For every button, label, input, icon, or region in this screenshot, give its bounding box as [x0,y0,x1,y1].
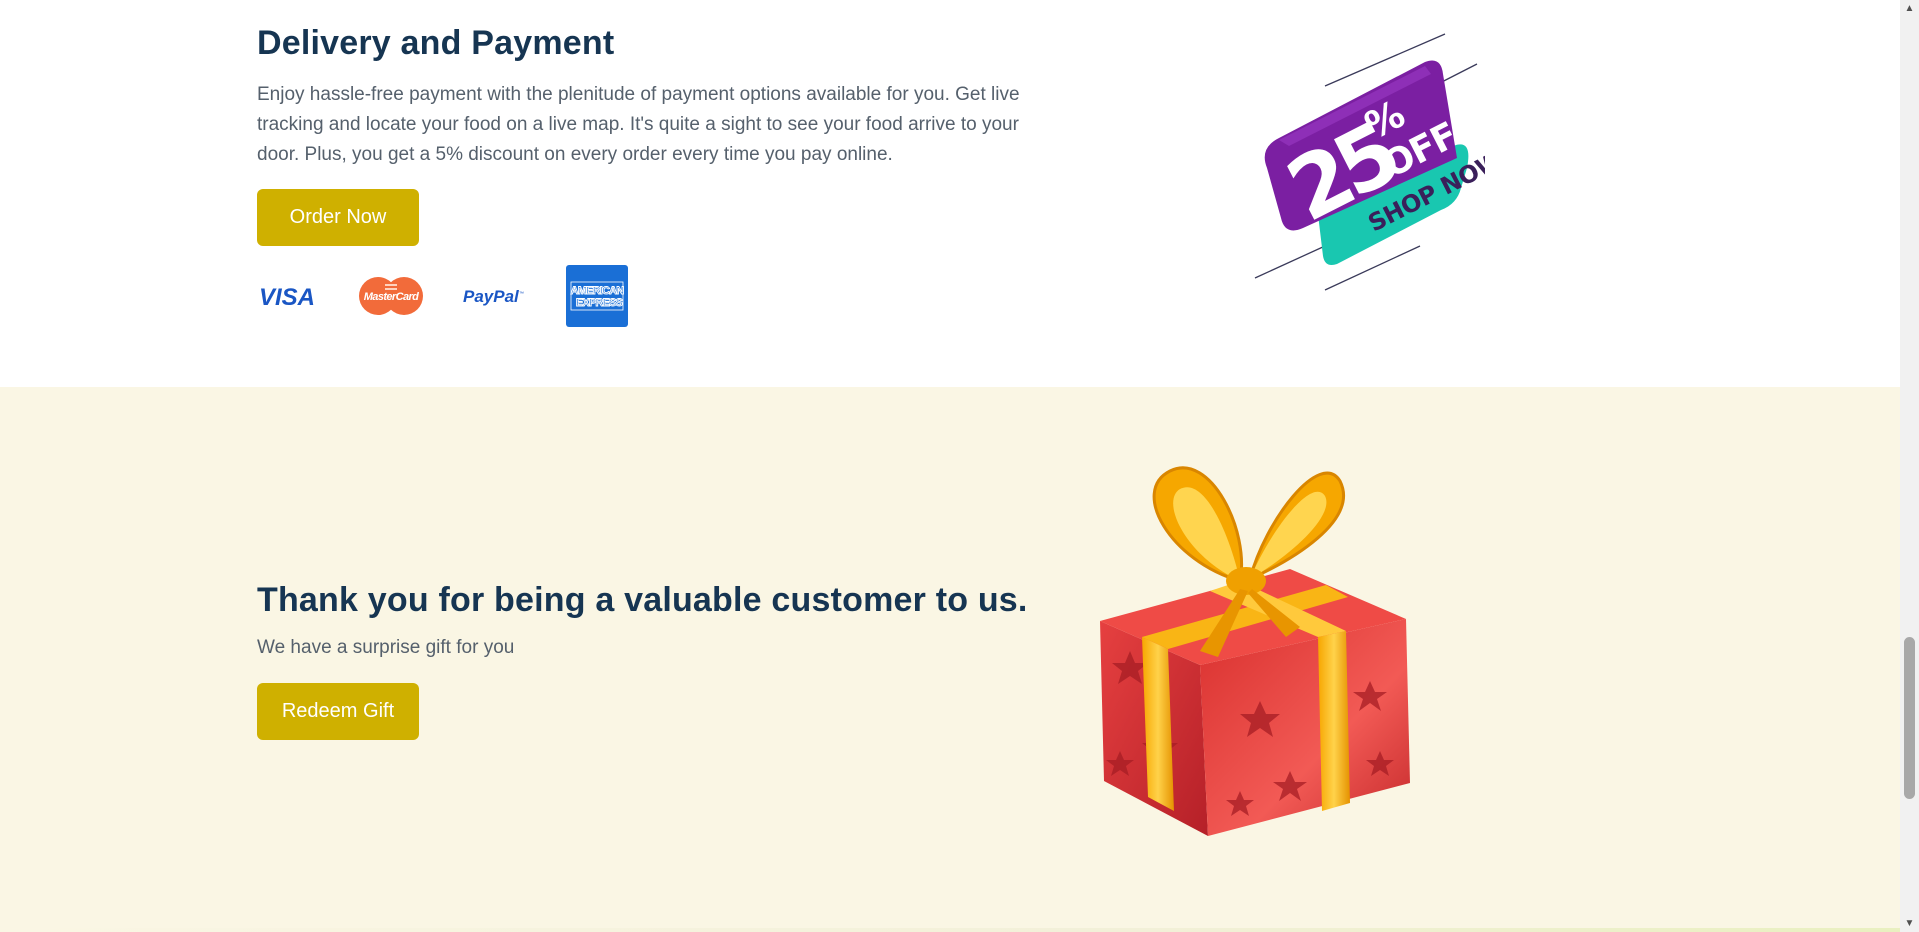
bottom-strip [0,928,1900,932]
delivery-title: Delivery and Payment [257,24,615,62]
mastercard-icon: MasterCard [359,277,423,315]
order-now-button[interactable]: Order Now [257,189,419,246]
svg-text:MasterCard: MasterCard [364,291,419,303]
gift-box-image [1100,466,1410,836]
svg-text:PayPal: PayPal [463,287,520,306]
scrollbar[interactable]: ▲ ▼ [1900,0,1919,932]
scrollbar-thumb[interactable] [1904,637,1915,799]
redeem-gift-button[interactable]: Redeem Gift [257,683,419,740]
american-express-icon: AMERICAN EXPRESS [566,265,628,327]
gift-subtitle: We have a surprise gift for you [257,637,515,658]
svg-text:VISA: VISA [259,284,315,311]
gift-title: Thank you for being a valuable customer … [257,581,1028,619]
gift-section: Thank you for being a valuable customer … [0,387,1900,928]
visa-icon: VISA [259,284,315,311]
paypal-icon: PayPal ™ [463,287,524,306]
delivery-description: Enjoy hassle-free payment with the pleni… [257,84,1020,165]
scroll-up-arrow-icon[interactable]: ▲ [1900,0,1919,17]
scroll-down-arrow-icon[interactable]: ▼ [1900,915,1919,932]
svg-text:™: ™ [519,291,524,297]
delivery-payment-section: Delivery and Payment Enjoy hassle-free p… [0,0,1900,387]
discount-promo-image: 25 % OFF SHOP NOW [1254,33,1485,291]
svg-text:EXPRESS: EXPRESS [576,297,623,309]
svg-text:AMERICAN: AMERICAN [571,285,625,297]
